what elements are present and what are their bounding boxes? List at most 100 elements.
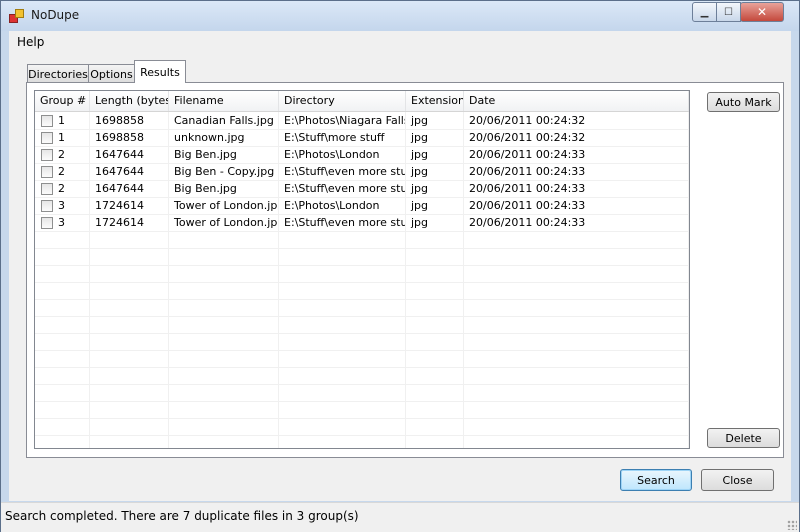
minimize-button[interactable]: ▁: [692, 2, 717, 22]
cell-directory: E:\Photos\London: [279, 197, 406, 214]
column-header-extension[interactable]: Extension: [406, 91, 464, 111]
cell-date: [464, 265, 689, 282]
auto-mark-button[interactable]: Auto Mark: [707, 92, 780, 112]
cell-group: 2: [35, 163, 90, 180]
column-header-filename[interactable]: Filename: [169, 91, 279, 111]
delete-button[interactable]: Delete: [707, 428, 780, 448]
row-checkbox[interactable]: [41, 217, 53, 229]
cell-extension: [406, 367, 464, 384]
group-number: 2: [58, 182, 65, 195]
cell-date: [464, 282, 689, 299]
cell-extension: jpg: [406, 197, 464, 214]
status-text: Search completed. There are 7 duplicate …: [5, 509, 359, 523]
tab-directories[interactable]: Directories: [27, 64, 89, 83]
maximize-icon: ☐: [724, 6, 733, 18]
column-header-group[interactable]: Group #: [35, 91, 90, 111]
cell-length: [90, 333, 169, 350]
cell-filename: [169, 265, 279, 282]
menu-help[interactable]: Help: [17, 35, 44, 49]
cell-filename: [169, 282, 279, 299]
row-checkbox[interactable]: [41, 132, 53, 144]
cell-group: [35, 350, 90, 367]
empty-table-row: [35, 350, 689, 368]
cell-extension: [406, 316, 464, 333]
menu-bar: Help: [9, 31, 791, 53]
cell-date: 20/06/2011 00:24:33: [464, 214, 689, 231]
row-checkbox[interactable]: [41, 166, 53, 178]
cell-date: [464, 231, 689, 248]
cell-length: [90, 299, 169, 316]
grid-header: Group # Length (bytes) Filename Director…: [35, 91, 689, 112]
table-row[interactable]: 1 1698858 Canadian Falls.jpg E:\Photos\Niag…: [35, 112, 689, 130]
cell-group: [35, 401, 90, 418]
column-header-date[interactable]: Date: [464, 91, 689, 111]
tab-results[interactable]: Results: [134, 60, 186, 83]
table-row[interactable]: 3 1724614 Tower of London.jpg E:\Photos\Lon…: [35, 197, 689, 215]
cell-directory: E:\Stuff\even more stuff: [279, 163, 406, 180]
cell-length: 1647644: [90, 163, 169, 180]
table-row[interactable]: 3 1724614 Tower of London.jpg E:\Stuff\even…: [35, 214, 689, 232]
empty-table-row: [35, 231, 689, 249]
table-row[interactable]: 2 1647644 Big Ben.jpg E:\Photos\London jpg 20…: [35, 146, 689, 164]
cell-group: 2: [35, 180, 90, 197]
results-panel: Group # Length (bytes) Filename Director…: [26, 82, 784, 458]
cell-group: [35, 282, 90, 299]
close-button[interactable]: Close: [701, 469, 774, 491]
cell-directory: E:\Photos\London: [279, 146, 406, 163]
cell-directory: [279, 350, 406, 367]
close-window-button[interactable]: ✕: [740, 2, 784, 22]
tab-options[interactable]: Options: [88, 64, 135, 83]
minimize-icon: ▁: [700, 6, 709, 18]
group-number: 3: [58, 199, 65, 212]
cell-directory: E:\Stuff\even more stuff: [279, 214, 406, 231]
cell-length: [90, 384, 169, 401]
cell-group: [35, 316, 90, 333]
cell-extension: jpg: [406, 214, 464, 231]
cell-date: [464, 350, 689, 367]
cell-directory: [279, 231, 406, 248]
maximize-button[interactable]: ☐: [716, 2, 741, 22]
table-row[interactable]: 2 1647644 Big Ben.jpg E:\Stuff\even more st…: [35, 180, 689, 198]
column-header-length[interactable]: Length (bytes): [90, 91, 169, 111]
cell-date: 20/06/2011 00:24:33: [464, 180, 689, 197]
cell-group: 1: [35, 112, 90, 129]
cell-group: [35, 265, 90, 282]
cell-filename: [169, 418, 279, 435]
cell-date: [464, 248, 689, 265]
cell-filename: Big Ben - Copy.jpg: [169, 163, 279, 180]
title-bar[interactable]: NoDupe ▁ ☐ ✕: [1, 1, 799, 31]
table-row[interactable]: 2 1647644 Big Ben - Copy.jpg E:\Stuff\even …: [35, 163, 689, 181]
cell-directory: [279, 333, 406, 350]
empty-table-row: [35, 401, 689, 419]
cell-length: [90, 435, 169, 448]
empty-table-row: [35, 435, 689, 448]
cell-filename: Canadian Falls.jpg: [169, 112, 279, 129]
row-checkbox[interactable]: [41, 200, 53, 212]
row-checkbox[interactable]: [41, 149, 53, 161]
cell-filename: Big Ben.jpg: [169, 146, 279, 163]
cell-length: [90, 265, 169, 282]
cell-directory: [279, 435, 406, 448]
cell-length: 1724614: [90, 214, 169, 231]
cell-length: [90, 231, 169, 248]
cell-length: 1698858: [90, 112, 169, 129]
table-row[interactable]: 1 1698858 unknown.jpg E:\Stuff\more stuff jp…: [35, 129, 689, 147]
row-checkbox[interactable]: [41, 183, 53, 195]
cell-date: 20/06/2011 00:24:33: [464, 197, 689, 214]
search-button[interactable]: Search: [620, 469, 692, 491]
empty-table-row: [35, 299, 689, 317]
cell-length: 1698858: [90, 129, 169, 146]
cell-date: [464, 384, 689, 401]
cell-filename: Tower of London.jpg: [169, 214, 279, 231]
results-grid[interactable]: Group # Length (bytes) Filename Director…: [34, 90, 690, 449]
row-checkbox[interactable]: [41, 115, 53, 127]
cell-length: [90, 248, 169, 265]
cell-filename: [169, 401, 279, 418]
cell-date: [464, 367, 689, 384]
cell-directory: [279, 418, 406, 435]
resize-grip[interactable]: [787, 520, 797, 530]
cell-extension: jpg: [406, 146, 464, 163]
cell-extension: [406, 435, 464, 448]
column-header-directory[interactable]: Directory: [279, 91, 406, 111]
cell-extension: [406, 299, 464, 316]
